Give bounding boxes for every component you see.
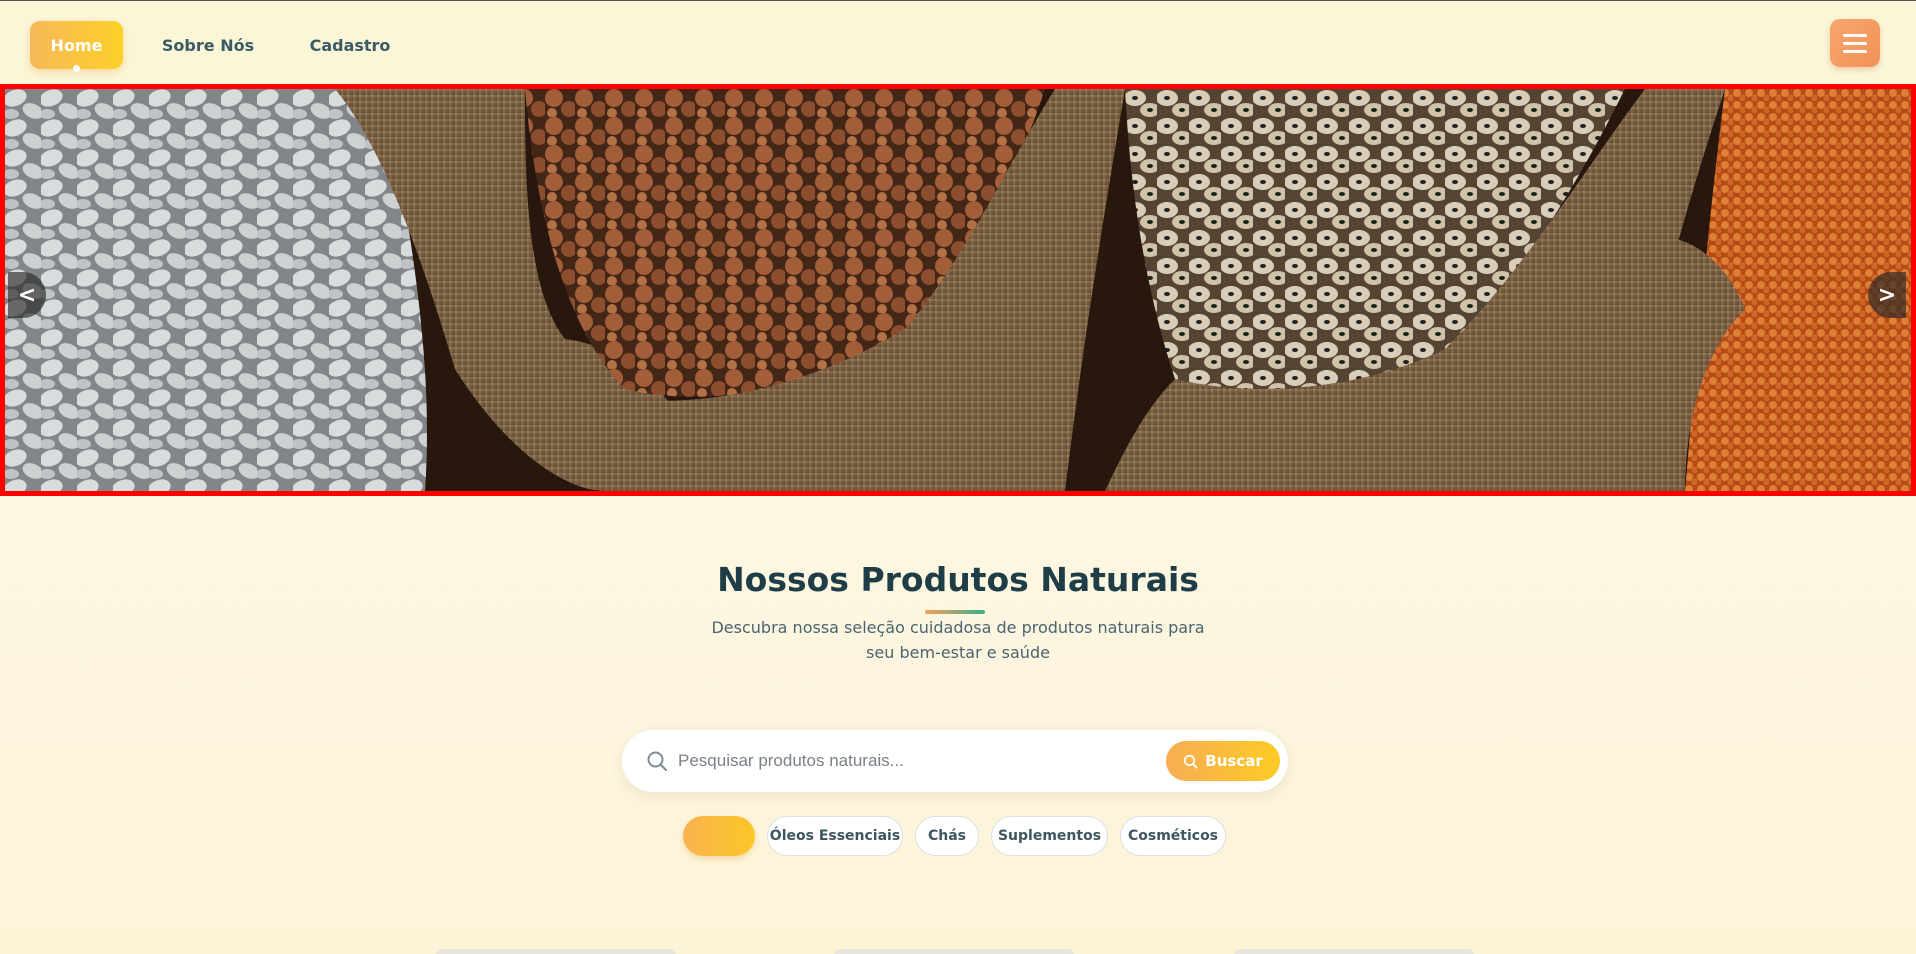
product-card — [834, 949, 1074, 954]
hamburger-menu-icon-bar-bottom — [1843, 49, 1867, 53]
hero-carousel: < > — [0, 84, 1916, 496]
search-bar: Buscar — [622, 730, 1288, 792]
carousel-next-button[interactable]: > — [1868, 272, 1906, 318]
nav-register-label: Cadastro — [309, 35, 391, 55]
carousel-slide-image — [5, 89, 1911, 491]
search-input[interactable] — [678, 745, 1148, 777]
products-section-subtitle: Descubra nossa seleção cuidadosa de prod… — [711, 618, 1205, 662]
nav-about-label: Sobre Nós — [161, 35, 255, 55]
filter-chip-essential-oils[interactable]: Óleos Essenciais — [767, 816, 903, 856]
nav-register-link[interactable]: Cadastro — [304, 21, 396, 69]
product-card — [436, 949, 676, 954]
hamburger-menu-icon-bar-middle — [1843, 41, 1867, 45]
search-icon — [647, 751, 667, 771]
filter-chip-supplements[interactable]: Suplementos — [991, 816, 1108, 856]
title-underline — [925, 610, 985, 614]
hamburger-menu-icon-bar-top — [1843, 33, 1867, 37]
nav-home-link[interactable]: Home — [30, 21, 123, 72]
search-button[interactable]: Buscar — [1166, 741, 1280, 781]
filter-chip-active[interactable] — [683, 816, 755, 856]
nav-about-link[interactable]: Sobre Nós — [158, 21, 258, 69]
filter-chip-teas[interactable]: Chás — [915, 816, 979, 856]
filter-chip-cosmetics[interactable]: Cosméticos — [1120, 816, 1226, 856]
navbar: Home Sobre Nós Cadastro — [0, 0, 1916, 84]
product-card — [1234, 949, 1474, 954]
hamburger-menu-button[interactable] — [1830, 19, 1880, 67]
nav-home-label: Home — [50, 35, 103, 55]
search-button-label: Buscar — [1205, 752, 1263, 770]
products-section-title: Nossos Produtos Naturais — [717, 560, 1199, 599]
active-indicator-dot — [73, 65, 80, 72]
search-button-icon — [1184, 754, 1198, 769]
